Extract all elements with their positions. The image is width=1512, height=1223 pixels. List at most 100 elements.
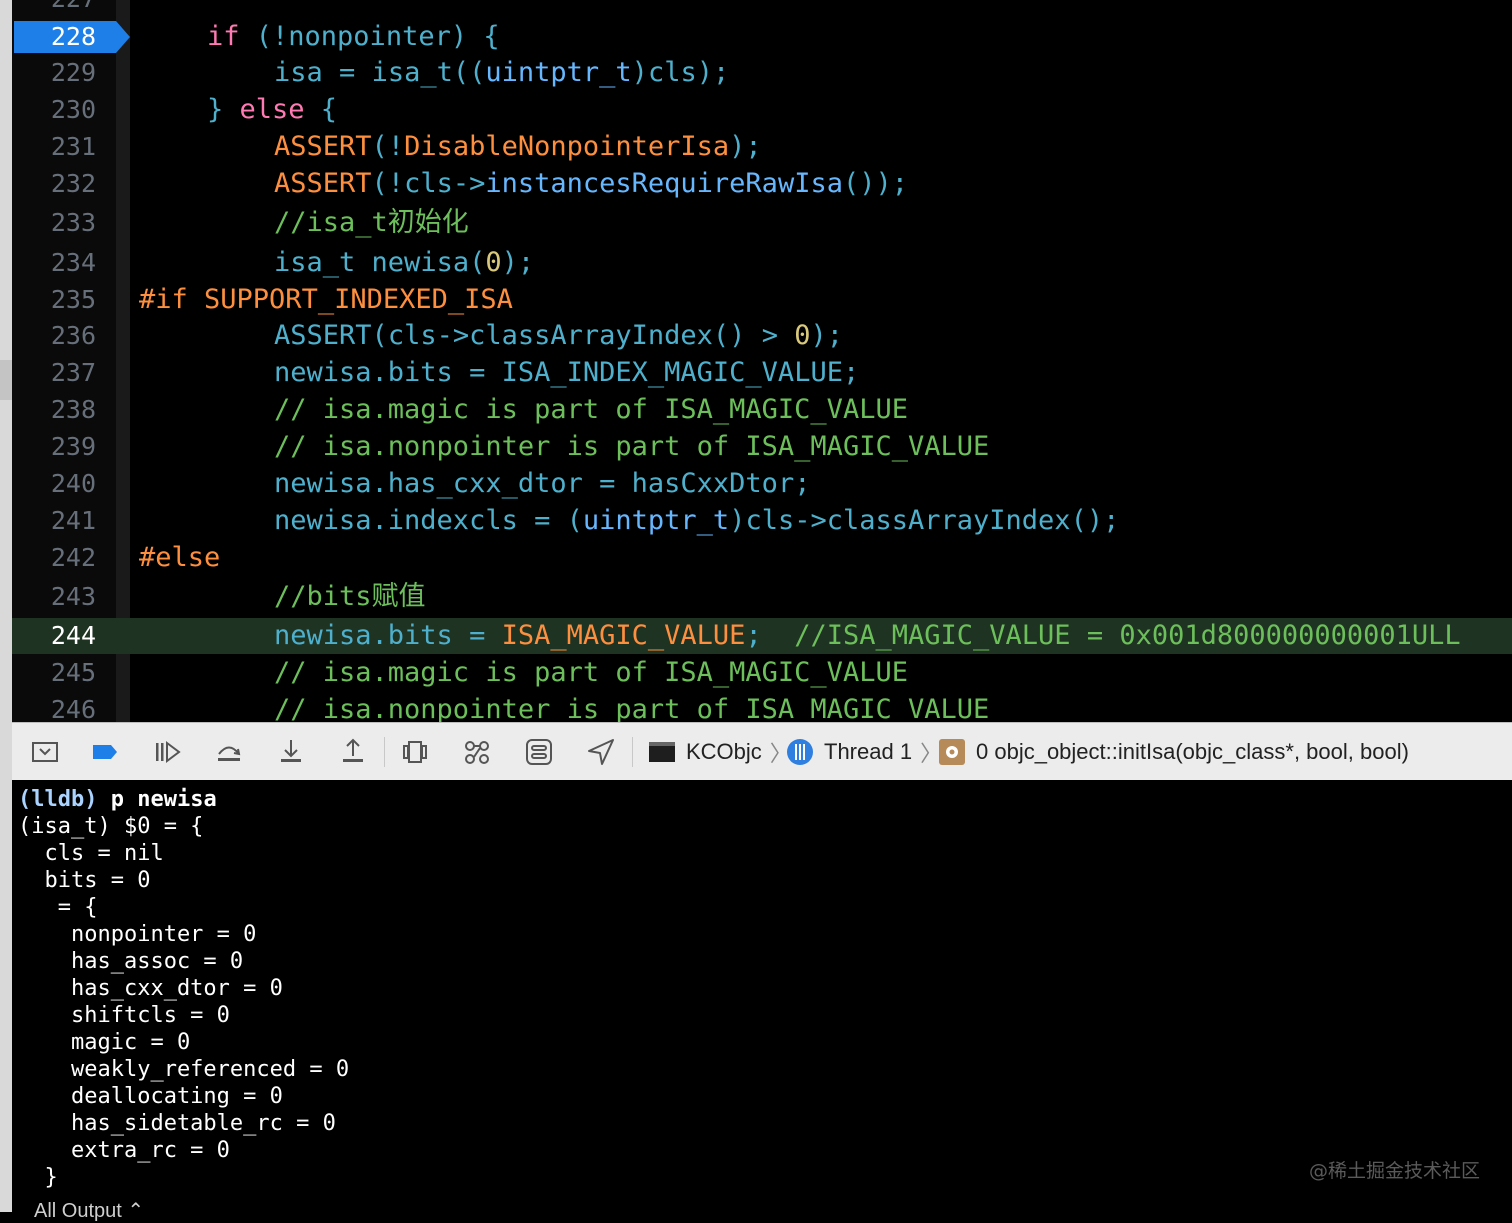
- code-token: ASSERT: [274, 320, 372, 351]
- step-into-icon[interactable]: [274, 735, 308, 769]
- code-token: = (: [517, 505, 583, 536]
- splitter-handle[interactable]: [0, 360, 12, 400]
- code-token: ;: [745, 620, 795, 651]
- memory-graph-icon[interactable]: [460, 735, 494, 769]
- code-token: ASSERT: [274, 131, 372, 162]
- code-token: #else: [139, 542, 221, 573]
- code-token: ());: [842, 168, 908, 199]
- toolbar-separator: [632, 737, 633, 767]
- code-line: 234 isa_t newisa(0);: [12, 245, 1512, 281]
- code-token: );: [810, 320, 843, 351]
- code-token: uintptr_t: [485, 57, 632, 88]
- code-token: =: [582, 468, 632, 499]
- console-output-line: weakly_referenced = 0: [18, 1057, 350, 1082]
- line-number: 235: [50, 285, 96, 314]
- breadcrumb-target[interactable]: KCObjc 〉: [648, 737, 792, 767]
- console-output-line: bits = 0: [18, 868, 151, 893]
- code-token: ISA_INDEX_MAGIC_VALUE: [501, 357, 843, 388]
- code-comment: //ISA_MAGIC_VALUE = 0x001d800000000001UL…: [794, 620, 1461, 651]
- code-token: newisa: [371, 247, 470, 278]
- line-number: 228: [50, 22, 96, 51]
- console-output-line: shiftcls = 0: [18, 1003, 230, 1028]
- line-number: 240: [50, 469, 96, 498]
- breadcrumb-frame[interactable]: 0 objc_object::initIsa(objc_class*, bool…: [938, 737, 1409, 767]
- code-token: ();: [1070, 505, 1120, 536]
- code-line: 242 #else: [12, 540, 1512, 576]
- breakpoints-toggle-icon[interactable]: [88, 735, 122, 769]
- step-out-icon[interactable]: [336, 735, 370, 769]
- code-line: 238 // isa.magic is part of ISA_MAGIC_VA…: [12, 392, 1512, 428]
- code-line: 228 if (!nonpointer) {: [12, 19, 1512, 55]
- line-number: 238: [50, 395, 96, 424]
- code-line: 239 // isa.nonpointer is part of ISA_MAG…: [12, 429, 1512, 465]
- code-token: {: [304, 94, 338, 125]
- console-output-line: magic = 0: [18, 1030, 191, 1055]
- output-filter-popup[interactable]: All Output ⌃: [34, 1198, 144, 1223]
- line-number: 232: [50, 169, 96, 198]
- view-hierarchy-icon[interactable]: [398, 735, 432, 769]
- code-token: (!: [371, 131, 405, 162]
- thread-icon: [787, 739, 813, 765]
- code-token: );: [501, 247, 535, 278]
- code-token: =: [452, 620, 502, 651]
- console-output-line: has_sidetable_rc = 0: [18, 1111, 336, 1136]
- terminal-icon: [649, 742, 675, 762]
- code-token: (!nonpointer) {: [239, 21, 500, 52]
- code-token: uintptr_t: [582, 505, 730, 536]
- console-output-line: deallocating = 0: [18, 1084, 283, 1109]
- code-comment: // isa.magic is part of ISA_MAGIC_VALUE: [274, 394, 908, 425]
- code-token: newisa.indexcls: [274, 505, 518, 536]
- console-output-line: = {: [18, 895, 98, 920]
- code-comment: //bits赋值: [274, 581, 426, 612]
- line-number: 237: [50, 358, 96, 387]
- console-command-line: (lldb) p newisa: [18, 786, 217, 813]
- line-number: 244: [50, 621, 96, 650]
- console-output-line: nonpointer = 0: [18, 922, 257, 947]
- code-token: ): [631, 57, 648, 88]
- lldb-console[interactable]: (lldb) p newisa (isa_t) $0 = { cls = nil…: [12, 780, 1512, 1212]
- line-number: 236: [50, 321, 96, 350]
- environment-overrides-icon[interactable]: [522, 735, 556, 769]
- code-token: (!: [371, 168, 405, 199]
- code-token: newisa.bits: [274, 357, 453, 388]
- code-token: instancesRequireRawIsa: [485, 168, 843, 199]
- code-token: cls: [647, 57, 697, 88]
- code-token: }: [207, 94, 240, 125]
- code-token: isa_t: [371, 57, 453, 88]
- line-number: 243: [50, 582, 96, 611]
- code-token: 0: [794, 320, 811, 351]
- code-token: ;: [794, 468, 811, 499]
- console-output-line: extra_rc = 0: [18, 1138, 230, 1163]
- line-number: 230: [50, 95, 96, 124]
- code-token: ((: [452, 57, 486, 88]
- code-token: (: [371, 320, 388, 351]
- code-token: =: [452, 357, 502, 388]
- hide-debug-area-icon[interactable]: [28, 735, 62, 769]
- stack-frame-icon: [939, 739, 965, 765]
- simulate-location-icon[interactable]: [584, 735, 618, 769]
- console-output-line: has_assoc = 0: [18, 949, 244, 974]
- thread-label: Thread 1: [824, 739, 913, 764]
- code-token: newisa.has_cxx_dtor: [274, 468, 583, 499]
- lldb-prompt: (lldb): [18, 787, 98, 812]
- code-token: =: [322, 57, 372, 88]
- code-token: ): [729, 505, 746, 536]
- code-line: 246 // isa.nonpointer is part of ISA_MAG…: [12, 692, 1512, 722]
- line-number: 242: [50, 543, 96, 572]
- code-line: 235 #if SUPPORT_INDEXED_ISA: [12, 282, 1512, 318]
- code-token: DisableNonpointerIsa: [404, 131, 730, 162]
- code-token: 0: [485, 247, 502, 278]
- step-over-icon[interactable]: [212, 735, 246, 769]
- continue-icon[interactable]: [150, 735, 184, 769]
- code-line: 243 //bits赋值: [12, 579, 1512, 615]
- code-line: 233 //isa_t初始化: [12, 205, 1512, 241]
- line-number: 227: [12, 0, 96, 17]
- code-line: 245 // isa.magic is part of ISA_MAGIC_VA…: [12, 655, 1512, 691]
- code-token: SUPPORT_INDEXED_ISA: [204, 284, 513, 315]
- code-token: );: [696, 57, 730, 88]
- source-editor[interactable]: 227 228 if (!nonpointer) { 229 isa = isa…: [12, 0, 1512, 722]
- line-number: 231: [50, 132, 96, 161]
- breadcrumb-thread[interactable]: Thread 1 〉: [786, 737, 942, 767]
- lldb-command: p newisa: [110, 787, 217, 812]
